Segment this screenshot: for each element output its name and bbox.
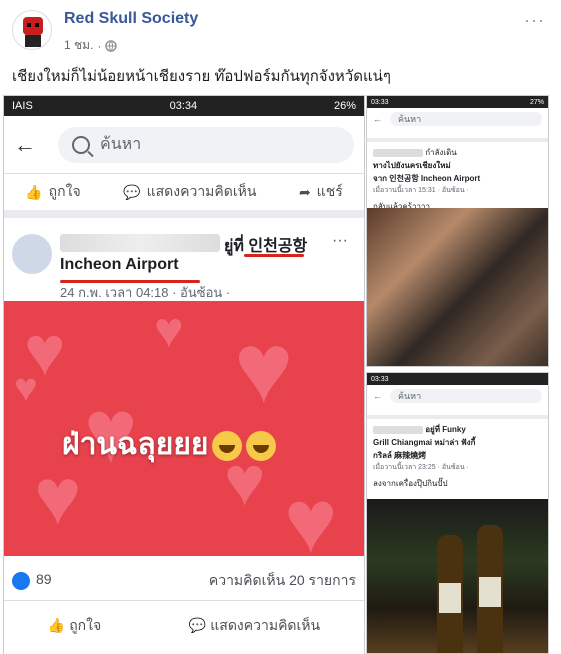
search-icon: [72, 135, 90, 154]
action-bar: [367, 407, 548, 419]
search-bar: ← ค้นหา: [367, 108, 548, 130]
battery-label: 27%: [529, 98, 544, 106]
globe-icon[interactable]: [105, 39, 118, 52]
image-caption: ฝ่านฉลุยยย: [62, 421, 277, 468]
laughing-emoji-icon: [246, 431, 277, 462]
comment-action[interactable]: 💬 แสดงความคิดเห็น: [189, 615, 320, 637]
post-text: เชียงใหม่ก็ไม่น้อยหน้าเชียงราย ท๊อปฟอร์ม…: [12, 68, 391, 85]
action-bar: 👍 ถูกใจ 💬 แสดงความคิดเห็น ➦ แชร์: [4, 174, 364, 218]
heart-shape: ♥: [14, 366, 38, 410]
status-time: 03:33: [371, 375, 389, 383]
sub-post-time: 24 ก.พ. เวลา 04:18 · อันซ้อน ·: [60, 285, 231, 300]
search-input[interactable]: ค้นหา: [390, 112, 542, 126]
search-placeholder: ค้นหา: [100, 136, 142, 153]
back-arrow-icon[interactable]: ←: [373, 391, 382, 401]
like-count-value: 89: [36, 571, 52, 588]
like-label: ถูกใจ: [48, 183, 81, 199]
comment-label: แสดงความคิดเห็น: [210, 617, 321, 633]
status-text: กำลังเดิน: [425, 148, 457, 157]
red-skull-logo: [23, 17, 43, 47]
location-text: กริลล์ 麻辣燒烤: [373, 451, 427, 460]
back-arrow-icon[interactable]: ←: [14, 132, 44, 158]
back-arrow-icon[interactable]: ←: [373, 114, 382, 124]
bottle-shape: [437, 535, 463, 653]
post-time: เมื่อวานนี้เวลา 15:31 · อันซ้อน ·: [373, 187, 469, 194]
screenshot-left: IAIS 03:34 26% ← ค้นหา 👍 ถูกใจ 💬 แสดงความค…: [3, 95, 365, 654]
heart-shape: ♥: [154, 302, 184, 358]
battery-label: 26%: [333, 100, 356, 112]
post-time[interactable]: 1 ชม.: [64, 36, 93, 55]
search-placeholder: ค้นหา: [398, 391, 422, 401]
blurred-name: [373, 148, 423, 157]
status-line: กำลังเดิน: [373, 146, 542, 159]
search-placeholder: ค้นหา: [398, 114, 422, 124]
post-time: เมื่อวานนี้เวลา 23:25 · อันซ้อน ·: [373, 464, 469, 471]
hearts-image[interactable]: ♥ ♥ ♥ ♥ ♥ ♥ ♥ ♥ ฝ่านฉลุยยย: [4, 301, 364, 556]
location-line: อยู่ที่ Funky: [373, 423, 542, 436]
status-time: 03:33: [371, 98, 389, 106]
comment-label: แสดงความคิดเห็น: [146, 183, 257, 199]
share-icon: ➦: [298, 183, 311, 200]
search-bar: ← ค้นหา: [367, 385, 548, 407]
location-korean: 인천공항: [248, 238, 308, 255]
screenshot-right-bottom: 03:33 ← ค้นหา อยู่ที่ Funky Grill Chiang…: [366, 372, 549, 654]
blurred-avatar: [12, 234, 52, 274]
caption-text: ฝ่านฉลุยยย: [62, 428, 209, 461]
screenshot-right-top: 03:33 27% ← ค้นหา กำลังเดิน ทางไปยังนครเ…: [366, 95, 549, 367]
laughing-emoji-icon: [212, 431, 243, 462]
bottom-action-bar: 👍 ถูกใจ 💬 แสดงความคิดเห็น: [4, 606, 364, 646]
like-action[interactable]: 👍 ถูกใจ: [25, 181, 80, 203]
location-english: Incheon Airport: [60, 256, 179, 273]
red-underline: [60, 280, 200, 283]
thumbs-up-icon: 👍: [47, 617, 66, 633]
reactions-bar: 89 ความคิดเห็น 20 รายการ: [4, 561, 364, 601]
blurred-selfie-image[interactable]: [367, 208, 548, 366]
beer-bottles-image[interactable]: [367, 499, 548, 653]
red-underline: [244, 254, 304, 257]
shared-post: อยู่ที่ Funky Grill Chiangmai หม่าล่า ฟั…: [367, 419, 548, 494]
heart-shape: ♥: [234, 312, 294, 424]
status-time: 03:34: [169, 100, 198, 112]
post-header: Red Skull Society 1 ชม. · ···: [0, 0, 561, 58]
status-bar: IAIS 03:34 26%: [4, 96, 364, 116]
action-bar: [367, 130, 548, 142]
bottle-shape: [477, 525, 503, 653]
post-title-line: จาก 인천공항 Incheon Airport: [373, 174, 481, 183]
location-text: Grill Chiangmai หม่าล่า ฟังกี้: [373, 438, 476, 447]
location-prefix: ยู่ที่: [224, 238, 244, 255]
comment-action[interactable]: 💬 แสดงความคิดเห็น: [123, 181, 256, 203]
location-text: อยู่ที่ Funky: [425, 425, 466, 434]
carrier-label: IAIS: [12, 100, 33, 112]
more-options-button[interactable]: ···: [524, 10, 545, 31]
post-meta: 1 ชม. ·: [64, 36, 118, 55]
search-input[interactable]: ค้นหา: [58, 126, 354, 163]
sub-more-button[interactable]: ···: [332, 232, 348, 250]
search-input[interactable]: ค้นหา: [390, 389, 542, 403]
post-body: ลงจากเครื่องปุ๊ปกินปั๊ป: [373, 479, 448, 488]
like-action[interactable]: 👍 ถูกใจ: [48, 615, 101, 637]
comment-count[interactable]: ความคิดเห็น 20 รายการ: [209, 570, 356, 592]
share-action[interactable]: ➦ แชร์: [299, 181, 343, 203]
blurred-name: [373, 425, 423, 434]
meta-separator: ·: [97, 38, 102, 53]
comment-icon: 💬: [188, 617, 207, 633]
page-author-name[interactable]: Red Skull Society: [64, 10, 198, 28]
thumbs-up-icon: 👍: [25, 183, 43, 200]
heart-shape: ♥: [284, 472, 338, 556]
post-title-line: ทางไปยังนครเชียงใหม่: [373, 161, 451, 170]
like-label: ถูกใจ: [69, 617, 102, 633]
page-avatar[interactable]: [12, 10, 52, 50]
status-bar: 03:33 27%: [367, 96, 548, 108]
status-bar: 03:33: [367, 373, 548, 385]
like-count[interactable]: 89: [12, 571, 52, 590]
share-label: แชร์: [316, 183, 343, 199]
comment-icon: 💬: [123, 183, 141, 200]
shared-post: กำลังเดิน ทางไปยังนครเชียงใหม่ จาก 인천공항 …: [367, 142, 548, 217]
like-reaction-icon: [12, 571, 30, 590]
search-bar: ← ค้นหา: [4, 116, 364, 174]
blurred-name: [60, 234, 220, 252]
